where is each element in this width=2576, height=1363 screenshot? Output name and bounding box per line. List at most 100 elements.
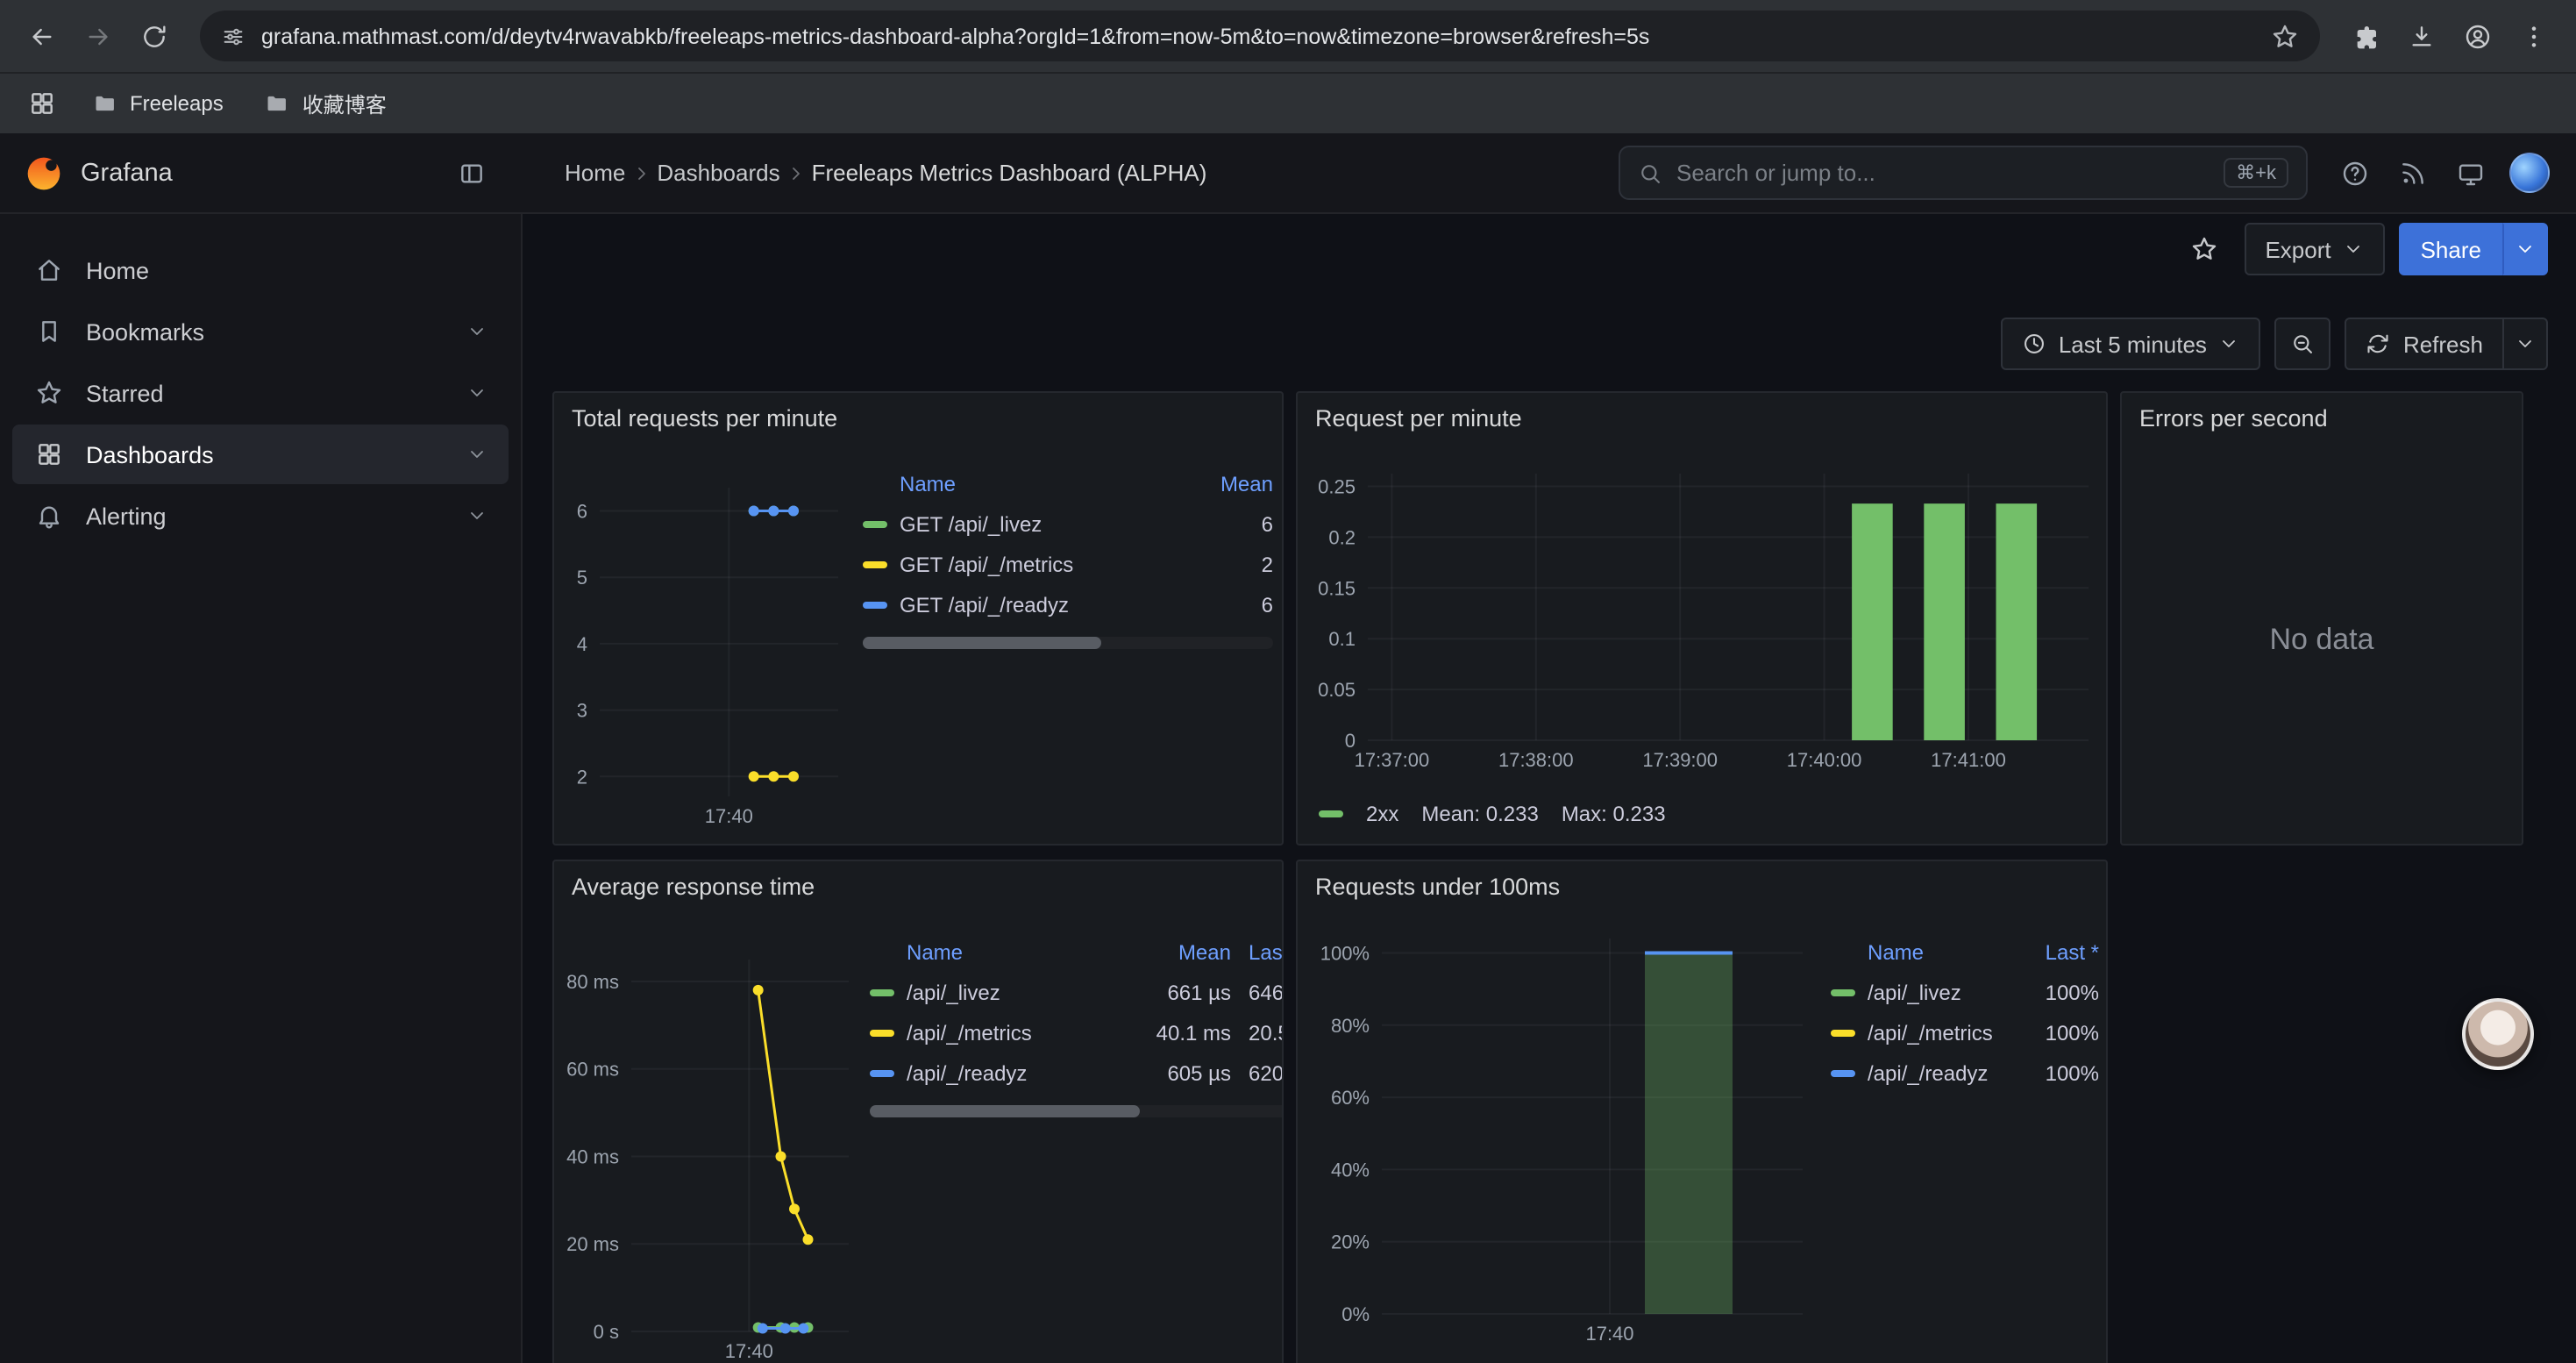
svg-text:0.25: 0.25 [1318, 475, 1356, 497]
share-button[interactable]: Share [2400, 223, 2502, 275]
panel-title[interactable]: Request per minute [1315, 405, 1522, 432]
panel-title[interactable]: Total requests per minute [572, 405, 837, 432]
favorite-star-button[interactable] [2177, 223, 2230, 275]
chevron-down-icon[interactable] [466, 444, 487, 465]
dashboard-actions: Export Share [2177, 223, 2548, 275]
reload-button[interactable] [130, 11, 179, 61]
legend-header-last[interactable]: Last * [1231, 939, 1284, 964]
chart-request-per-minute[interactable]: 0.250.20.150.10.05017:37:0017:38:0017:39… [1305, 460, 2103, 772]
legend-row[interactable]: /api/_livez 100% [1831, 972, 2099, 1012]
refresh-icon [2366, 332, 2391, 356]
chart-requests-under-100ms[interactable]: 100%80%60%40%20%0%17:40 [1305, 924, 1817, 1345]
legend-row[interactable]: /api/_livez 661 µs 646 µs [870, 972, 1284, 1012]
series-color-chip [863, 520, 887, 527]
user-avatar[interactable] [2502, 146, 2555, 199]
svg-text:40%: 40% [1331, 1159, 1370, 1181]
svg-text:3: 3 [577, 700, 587, 722]
folder-icon [93, 91, 117, 116]
svg-text:80 ms: 80 ms [566, 971, 619, 993]
news-rss-icon[interactable] [2387, 146, 2439, 199]
breadcrumb-home[interactable]: Home [565, 160, 625, 186]
search-icon [1638, 161, 1662, 185]
legend-header-name[interactable]: Name [870, 939, 1133, 964]
legend-row[interactable]: /api/_/readyz 100% [1831, 1053, 2099, 1093]
panel-title[interactable]: Errors per second [2139, 405, 2328, 432]
no-data-message: No data [2122, 435, 2522, 844]
legend-scrollbar[interactable] [870, 1105, 1284, 1117]
breadcrumb: Home Dashboards Freeleaps Metrics Dashbo… [523, 160, 1206, 186]
browser-menu-icon[interactable] [2509, 11, 2558, 61]
svg-text:17:40: 17:40 [725, 1340, 773, 1362]
chart-average-response-time[interactable]: 80 ms60 ms40 ms20 ms0 s17:40 [558, 946, 863, 1363]
sidebar-item-label: Alerting [86, 503, 167, 529]
bookmark-icon [35, 318, 63, 346]
legend-series-name[interactable]: 2xx [1366, 802, 1398, 826]
legend-header-name[interactable]: Name [1831, 939, 2022, 964]
chevron-down-icon[interactable] [466, 321, 487, 342]
assistant-avatar[interactable] [2462, 998, 2534, 1070]
svg-text:0.2: 0.2 [1328, 526, 1356, 548]
refresh-button[interactable]: Refresh [2345, 318, 2504, 370]
chevron-down-icon[interactable] [466, 505, 487, 526]
legend-row[interactable]: /api/_/metrics 40.1 ms 20.5 ms [870, 1012, 1284, 1053]
breadcrumb-dashboards[interactable]: Dashboards [657, 160, 779, 186]
svg-text:17:40: 17:40 [1585, 1323, 1633, 1345]
legend-scrollbar[interactable] [863, 637, 1273, 649]
sidebar-item-label: Bookmarks [86, 318, 204, 345]
grafana-logo[interactable] [25, 153, 63, 192]
legend-row[interactable]: GET /api/_/readyz 6 [863, 584, 1273, 624]
browser-toolbar: grafana.mathmast.com/d/deytv4rwavabkb/fr… [0, 0, 2576, 72]
export-button[interactable]: Export [2244, 223, 2385, 275]
legend-header-mean[interactable]: Mean [1185, 471, 1273, 496]
site-settings-icon[interactable] [221, 24, 246, 48]
legend-row[interactable]: GET /api/_/metrics 2 [863, 544, 1273, 584]
panel-request-per-minute: Request per minute 0.250.20.150.10.05017… [1296, 391, 2108, 846]
display-icon[interactable] [2444, 146, 2497, 199]
apps-grid-icon[interactable] [18, 79, 67, 128]
bookmark-blogs[interactable]: 收藏博客 [250, 82, 402, 125]
sidebar: Home Bookmarks Starred Dashboards Alerti… [0, 214, 523, 1363]
chevron-down-icon[interactable] [466, 382, 487, 403]
extensions-icon[interactable] [2341, 11, 2390, 61]
svg-text:0%: 0% [1341, 1303, 1370, 1325]
share-dropdown[interactable] [2502, 223, 2548, 275]
sidebar-item-starred[interactable]: Starred [12, 363, 509, 423]
sidebar-item-label: Dashboards [86, 441, 214, 467]
search-input[interactable]: Search or jump to... ⌘+k [1619, 146, 2308, 200]
clock-icon [2022, 332, 2046, 356]
svg-text:0.1: 0.1 [1328, 628, 1356, 650]
legend-row[interactable]: /api/_/readyz 605 µs 620 µs [870, 1053, 1284, 1093]
series-color-chip [1319, 810, 1343, 817]
bookmark-freeleaps[interactable]: Freeleaps [77, 84, 239, 123]
bookmark-star-icon[interactable] [2271, 22, 2299, 50]
legend-header-mean[interactable]: Mean [1133, 939, 1231, 964]
refresh-interval-dropdown[interactable] [2504, 318, 2548, 370]
grafana-brand: Grafana [0, 146, 523, 199]
chevron-down-icon [2515, 239, 2536, 260]
panel-title[interactable]: Average response time [572, 874, 815, 900]
svg-text:60%: 60% [1331, 1087, 1370, 1109]
sidebar-item-bookmarks[interactable]: Bookmarks [12, 302, 509, 361]
sidebar-item-alerting[interactable]: Alerting [12, 486, 509, 546]
zoom-out-button[interactable] [2275, 318, 2331, 370]
sidebar-item-home[interactable]: Home [12, 240, 509, 300]
back-button[interactable] [18, 11, 67, 61]
help-icon[interactable] [2329, 146, 2381, 199]
address-bar[interactable]: grafana.mathmast.com/d/deytv4rwavabkb/fr… [200, 11, 2320, 61]
dock-menu-icon[interactable] [445, 146, 498, 199]
downloads-icon[interactable] [2397, 11, 2446, 61]
time-range-picker[interactable]: Last 5 minutes [2001, 318, 2261, 370]
panel-title[interactable]: Requests under 100ms [1315, 874, 1560, 900]
panel-legend: Name Mean Last * /api/_livez 661 µs 646 … [870, 931, 1284, 1117]
scrollbar-thumb[interactable] [863, 637, 1100, 649]
legend-header-last[interactable]: Last * [2022, 939, 2099, 964]
legend-row[interactable]: /api/_/metrics 100% [1831, 1012, 2099, 1053]
panel-legend: Name Mean GET /api/_livez 6 GET /api/_/m… [863, 463, 1273, 649]
chart-total-requests[interactable]: 6543217:40 [561, 474, 852, 828]
legend-row[interactable]: GET /api/_livez 6 [863, 503, 1273, 544]
sidebar-item-dashboards[interactable]: Dashboards [12, 425, 509, 484]
browser-profile-icon[interactable] [2453, 11, 2502, 61]
scrollbar-thumb[interactable] [870, 1105, 1141, 1117]
forward-button[interactable] [74, 11, 123, 61]
legend-header-name[interactable]: Name [863, 471, 1185, 496]
